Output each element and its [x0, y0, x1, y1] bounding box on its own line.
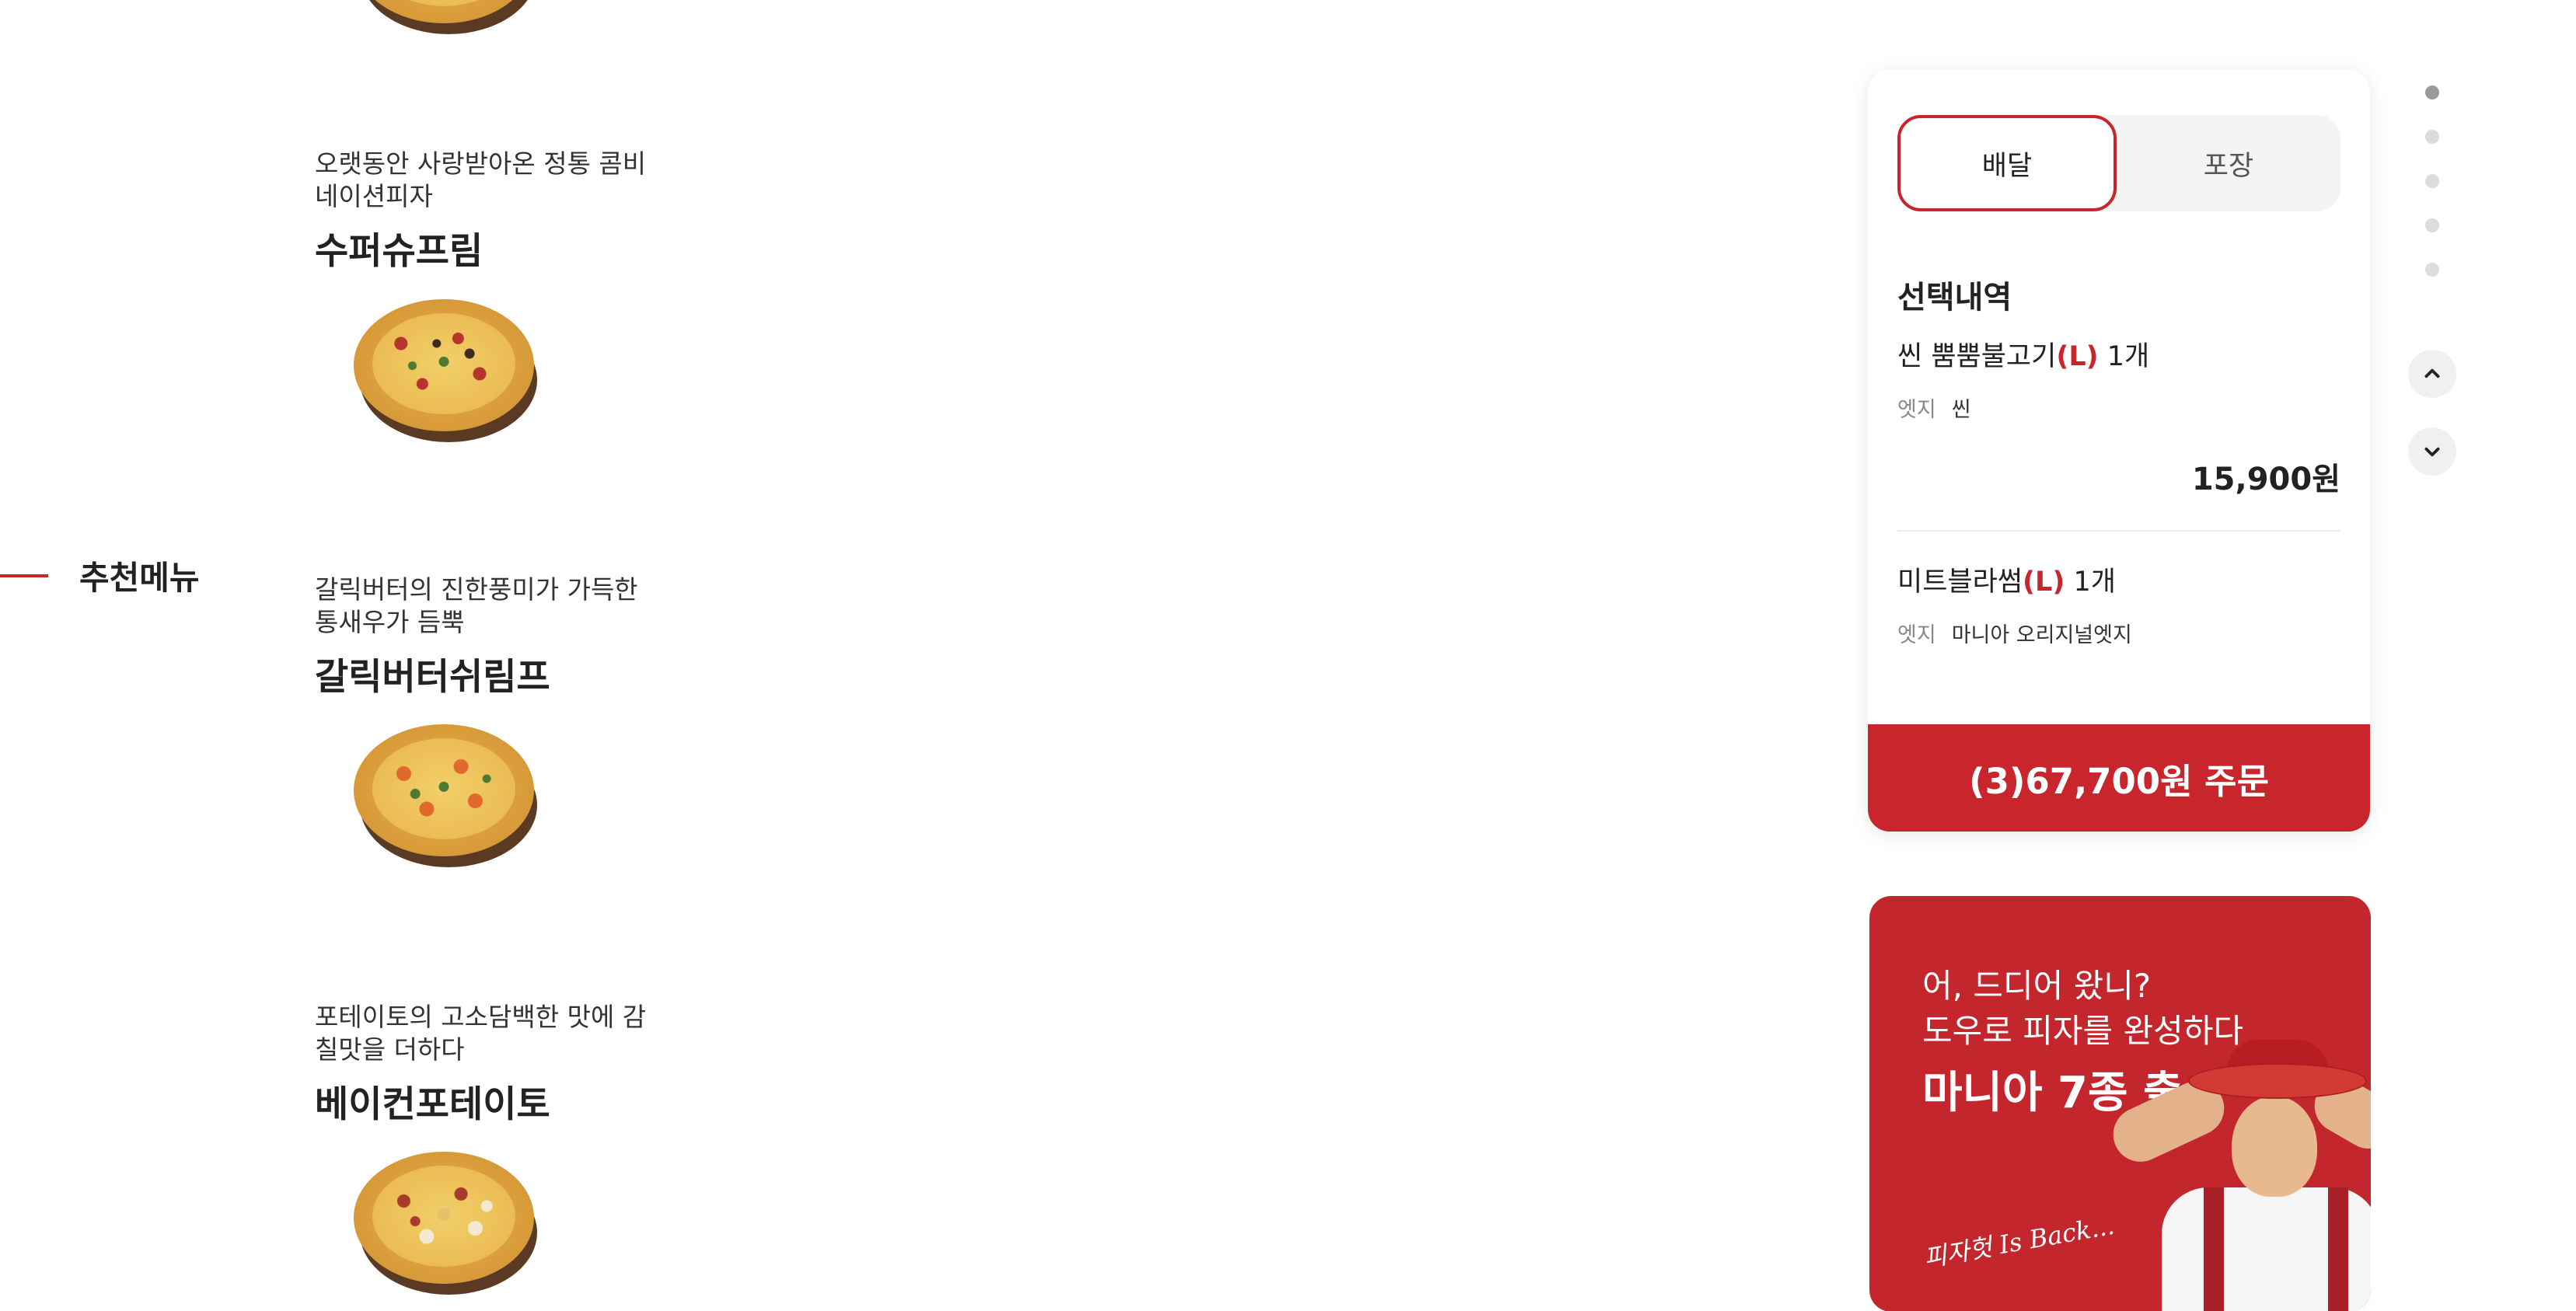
order-panel: 배달 포장 선택내역 씬 뿜뿜불고기(L) 1개 엣지 씬 15,900원 미트…: [1868, 70, 2370, 832]
page-indicator: [2425, 85, 2441, 307]
section-title: 추천메뉴: [79, 559, 200, 597]
menu-item-garlic-shrimp[interactable]: 갈릭버터의 진한풍미가 가득한 통새우가 듬뿍 갈릭버터쉬림프: [315, 574, 672, 700]
item-name-row: 씬 뿜뿜불고기(L) 1개: [1897, 334, 2340, 374]
page-dot[interactable]: [2425, 174, 2439, 188]
item-name-row: 미트블라썸(L) 1개: [1897, 560, 2340, 599]
line-item: 미트블라썸(L) 1개 엣지 마니아 오리지널엣지: [1897, 560, 2340, 699]
option-value: 마니아 오리지널엣지: [1951, 623, 2132, 647]
menu-item-name: 갈릭버터쉬림프: [315, 656, 550, 699]
option-label: 엣지: [1897, 623, 1936, 647]
item-option: 엣지 씬: [1897, 392, 2340, 423]
pizza-image-supreme[interactable]: [354, 299, 540, 447]
item-qty: 1개: [2073, 567, 2116, 598]
line-item: 씬 뿜뿜불고기(L) 1개 엣지 씬 15,900원: [1897, 334, 2340, 499]
menu-item-supreme[interactable]: 오랫동안 사랑받아온 정통 콤비네이션피자 수퍼슈프림: [315, 148, 672, 274]
page-dot[interactable]: [2425, 263, 2439, 277]
item-name: 씬 뿜뿜불고기: [1897, 341, 2057, 372]
menu-item-name: 수퍼슈프림: [315, 230, 483, 273]
selection-list[interactable]: 선택내역 씬 뿜뿜불고기(L) 1개 엣지 씬 15,900원 미트블라썸(L)…: [1897, 272, 2340, 752]
pizza-image-partial[interactable]: [354, 0, 540, 39]
banner-line2: 도우로 피자를 완성하다: [1922, 1012, 2244, 1050]
menu-item-bacon-potato[interactable]: 포테이토의 고소담백한 맛에 감칠맛을 더하다 베이컨포테이토: [315, 1001, 672, 1128]
menu-item-name: 베이컨포테이토: [315, 1083, 550, 1126]
scroll-up-button[interactable]: [2408, 350, 2456, 398]
delivery-tab[interactable]: 배달: [1897, 115, 2117, 211]
chevron-up-icon: [2424, 368, 2440, 378]
item-size: (L): [2023, 567, 2065, 598]
chevron-down-icon: [2424, 447, 2440, 457]
banner-line1: 어, 드디어 왔니?: [1922, 967, 2152, 1005]
item-price-partial: [1897, 676, 2340, 699]
option-label: 엣지: [1897, 398, 1936, 422]
item-price: 15,900원: [2191, 462, 2340, 497]
pickup-tab[interactable]: 포장: [2119, 115, 2338, 211]
page-dot[interactable]: [2425, 218, 2439, 232]
menu-list: 오랫동안 사랑받아온 정통 콤비네이션피자 수퍼슈프림 갈릭버터의 진한풍미가 …: [0, 0, 777, 1311]
section-line: [0, 574, 48, 577]
page-dot[interactable]: [2425, 130, 2439, 144]
order-button[interactable]: (3)67,700원 주문: [1868, 724, 2370, 832]
page-dot[interactable]: [2425, 85, 2439, 99]
pizza-image-garlic-shrimp[interactable]: [354, 724, 540, 872]
menu-item-desc: 포테이토의 고소담백한 맛에 감칠맛을 더하다: [315, 1002, 647, 1065]
scroll-down-button[interactable]: [2408, 427, 2456, 476]
menu-item-desc: 갈릭버터의 진한풍미가 가득한 통새우가 듬뿍: [315, 574, 638, 637]
divider: [1897, 530, 2340, 532]
banner-script-text: 피자헛 Is Back...: [1921, 1210, 2117, 1274]
order-type-toggle: 배달 포장: [1897, 115, 2340, 211]
pizza-image-bacon-potato[interactable]: [354, 1152, 540, 1299]
selection-title: 선택내역: [1897, 280, 2012, 316]
section-label: 추천메뉴: [0, 552, 200, 599]
promo-banner[interactable]: 어, 드디어 왔니? 도우로 피자를 완성하다 마니아 7종 출시 피자헛 Is…: [1869, 896, 2371, 1311]
menu-item-desc: 오랫동안 사랑받아온 정통 콤비네이션피자: [315, 148, 647, 211]
item-option: 엣지 마니아 오리지널엣지: [1897, 618, 2340, 648]
option-value: 씬: [1951, 398, 1971, 422]
banner-model-image: [2095, 1040, 2371, 1311]
item-name: 미트블라썸: [1897, 567, 2023, 598]
item-qty: 1개: [2107, 341, 2150, 372]
item-size: (L): [2056, 341, 2099, 372]
